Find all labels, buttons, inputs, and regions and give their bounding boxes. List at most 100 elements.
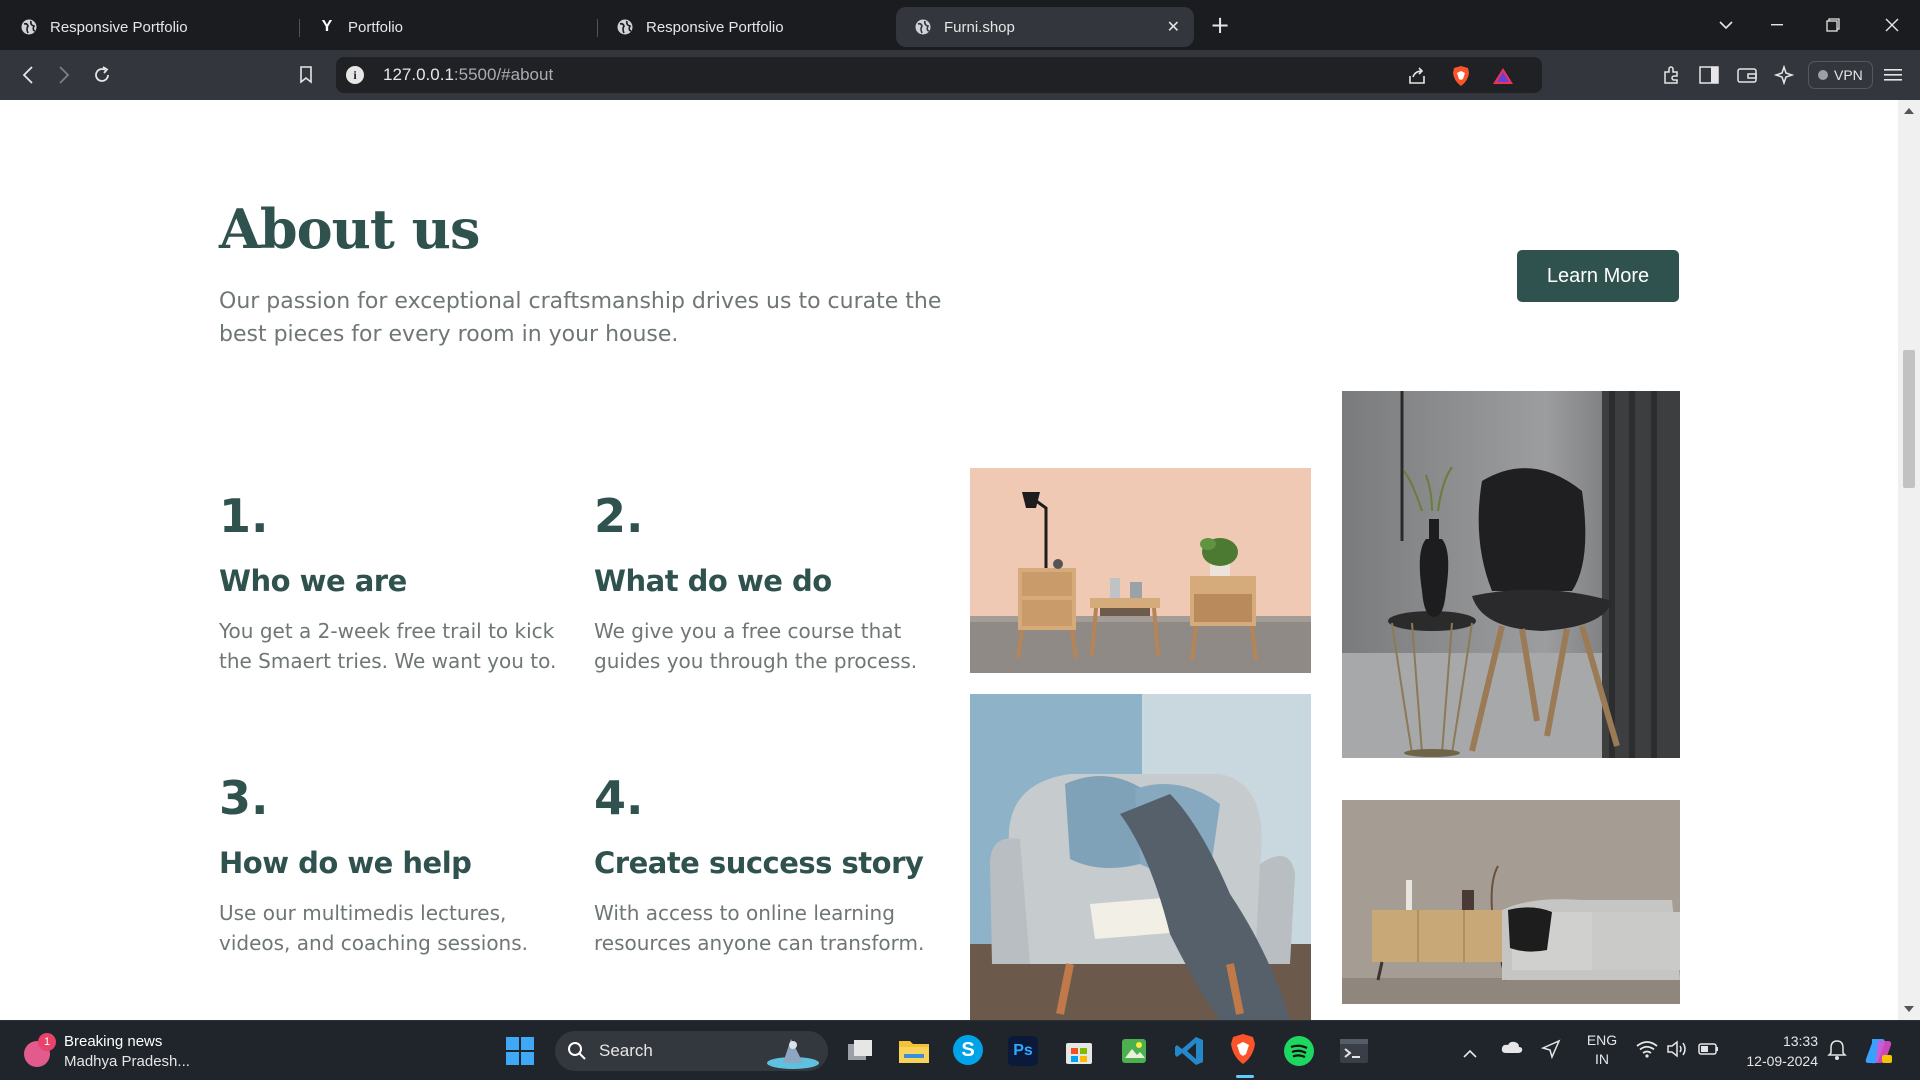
minimize-icon[interactable] xyxy=(1749,0,1805,50)
close-window-icon[interactable] xyxy=(1864,0,1920,50)
news-widget[interactable]: 1 Breaking news Madhya Pradesh... xyxy=(20,1027,210,1075)
tab-search-chevron-icon[interactable] xyxy=(1698,0,1754,50)
file-explorer-icon[interactable] xyxy=(898,1036,930,1066)
active-app-indicator xyxy=(1236,1075,1254,1078)
feature-item: 1. Who we are You get a 2-week free trai… xyxy=(219,490,579,676)
news-title: Breaking news xyxy=(64,1033,163,1050)
news-badge: 1 xyxy=(38,1033,56,1051)
scrollbar-thumb[interactable] xyxy=(1903,350,1915,488)
photo-sofa-sideboard xyxy=(1342,800,1680,1004)
brave-browser-icon[interactable] xyxy=(1228,1033,1262,1067)
feature-text: With access to online learning resources… xyxy=(594,901,925,955)
globe-icon xyxy=(616,18,634,36)
tab-title: Portfolio xyxy=(348,18,404,36)
feature-heading: Create success story xyxy=(594,846,924,880)
browser-tab[interactable]: Responsive Portfolio xyxy=(598,7,896,47)
microsoft-store-icon[interactable] xyxy=(1064,1036,1094,1066)
url-text: 127.0.0.1:5500/#about xyxy=(383,65,554,84)
wallet-icon[interactable] xyxy=(1734,62,1760,88)
restore-icon[interactable] xyxy=(1805,0,1861,50)
feature-item: 2. What do we do We give you a free cour… xyxy=(594,490,954,676)
page-viewport: About us Our passion for exceptional cra… xyxy=(0,100,1898,1020)
feature-number: 1. xyxy=(219,489,269,543)
taskbar-search[interactable]: Search xyxy=(555,1031,828,1071)
feature-heading: What do we do xyxy=(594,564,832,598)
photo-armchair xyxy=(970,694,1311,1020)
region-code: IN xyxy=(1595,1051,1609,1067)
vscode-icon[interactable] xyxy=(1173,1035,1205,1067)
brave-rewards-icon[interactable] xyxy=(1492,65,1514,87)
feature-text: We give you a free course that guides yo… xyxy=(594,619,918,673)
forward-icon[interactable] xyxy=(48,59,80,91)
location-icon[interactable] xyxy=(1540,1039,1561,1063)
feature-text: You get a 2-week free trail to kick the … xyxy=(219,619,557,673)
new-tab-button[interactable]: + xyxy=(1198,5,1242,45)
feature-heading: Who we are xyxy=(219,564,407,598)
image-viewer-icon[interactable] xyxy=(1119,1036,1149,1066)
back-icon[interactable] xyxy=(12,59,44,91)
language-code: ENG xyxy=(1586,1032,1618,1048)
feature-item: 3. How do we help Use our multimedis lec… xyxy=(219,772,579,958)
globe-icon xyxy=(914,18,932,36)
battery-icon[interactable] xyxy=(1696,1041,1720,1061)
tray-overflow-chevron-icon[interactable] xyxy=(1463,1043,1477,1062)
tab-title: Responsive Portfolio xyxy=(50,18,188,36)
section-intro: Our passion for exceptional craftsmanshi… xyxy=(219,289,942,347)
share-icon[interactable] xyxy=(1406,65,1428,87)
feature-text: Use our multimedis lectures, videos, and… xyxy=(219,901,529,955)
feature-item: 4. Create success story With access to o… xyxy=(594,772,954,958)
scroll-up-icon[interactable] xyxy=(1904,108,1914,114)
photoshop-icon[interactable]: Ps xyxy=(1008,1036,1038,1066)
news-subtitle: Madhya Pradesh... xyxy=(64,1053,190,1070)
feature-number: 4. xyxy=(594,771,644,825)
reload-icon[interactable] xyxy=(86,59,118,91)
feature-number: 3. xyxy=(219,771,269,825)
task-view-icon[interactable] xyxy=(845,1036,875,1066)
tab-strip: Responsive Portfolio Y Portfolio Respons… xyxy=(0,0,1920,50)
section-title: About us xyxy=(219,197,480,261)
taskbar: 1 Breaking news Madhya Pradesh... Search… xyxy=(0,1020,1920,1080)
search-label: Search xyxy=(599,1041,653,1060)
tab-title: Responsive Portfolio xyxy=(646,18,784,36)
feature-heading: How do we help xyxy=(219,846,472,880)
vpn-status-dot xyxy=(1818,70,1828,80)
extensions-icon[interactable] xyxy=(1659,62,1685,88)
learn-more-button[interactable]: Learn More xyxy=(1517,250,1679,302)
search-icon xyxy=(567,1041,587,1065)
language-indicator[interactable]: ENG IN xyxy=(1582,1031,1622,1069)
leo-ai-icon[interactable] xyxy=(1771,62,1797,88)
windows-start-icon[interactable] xyxy=(505,1036,535,1066)
photo-bedside-tables xyxy=(970,468,1311,673)
scroll-down-icon[interactable] xyxy=(1904,1006,1914,1012)
tab-title: Furni.shop xyxy=(944,18,1015,36)
photo-black-chair xyxy=(1342,391,1680,758)
feature-number: 2. xyxy=(594,489,644,543)
volume-icon[interactable] xyxy=(1666,1040,1688,1062)
globe-icon xyxy=(20,18,38,36)
sidebar-icon[interactable] xyxy=(1696,62,1722,88)
copilot-icon[interactable] xyxy=(1864,1037,1894,1069)
address-bar[interactable]: i 127.0.0.1:5500/#about xyxy=(336,57,1542,93)
brave-shields-icon[interactable] xyxy=(1450,65,1472,87)
terminal-icon[interactable] xyxy=(1338,1036,1370,1066)
skype-icon[interactable]: S xyxy=(953,1035,983,1065)
y-logo-icon: Y xyxy=(321,18,333,35)
clock-time: 13:33 xyxy=(1782,1033,1818,1049)
search-decoration-icon xyxy=(763,1033,821,1073)
browser-tab-active[interactable]: Furni.shop ✕ xyxy=(896,7,1194,47)
page-scrollbar[interactable] xyxy=(1898,100,1920,1020)
wifi-icon[interactable] xyxy=(1636,1040,1658,1062)
onedrive-icon[interactable] xyxy=(1500,1039,1524,1061)
clock-date: 12-09-2024 xyxy=(1746,1053,1818,1069)
browser-tab[interactable]: Y Portfolio xyxy=(300,7,598,47)
browser-toolbar: i 127.0.0.1:5500/#about VPN xyxy=(0,50,1920,100)
close-tab-icon[interactable]: ✕ xyxy=(1167,17,1180,37)
vpn-button[interactable]: VPN xyxy=(1808,61,1873,89)
browser-tab[interactable]: Responsive Portfolio xyxy=(2,7,300,47)
menu-icon[interactable] xyxy=(1880,62,1906,88)
clock[interactable]: 13:33 12-09-2024 xyxy=(1734,1031,1818,1071)
spotify-icon[interactable] xyxy=(1283,1035,1315,1067)
notification-settings-icon[interactable] xyxy=(1826,1039,1848,1065)
site-info-icon[interactable]: i xyxy=(346,66,364,84)
bookmark-icon[interactable] xyxy=(290,59,322,91)
